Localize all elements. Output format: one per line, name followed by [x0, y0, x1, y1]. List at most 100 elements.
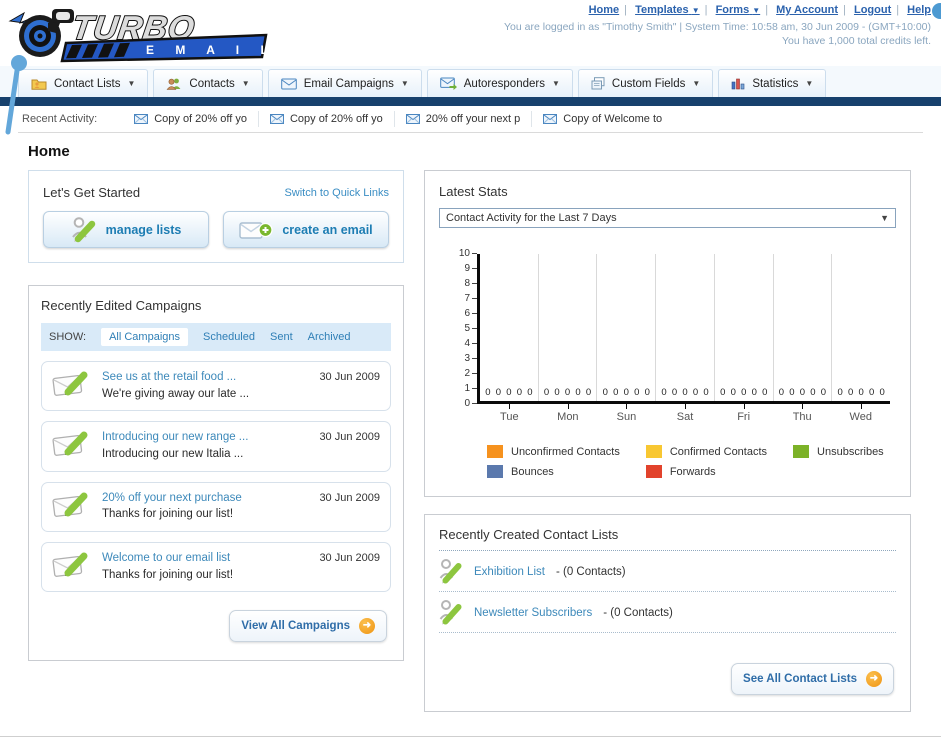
envelope-arrow-icon — [439, 77, 457, 90]
chart-x-axis: Tue Mon Sun Sat Fri Thu Wed — [480, 404, 890, 423]
contact-lists-title: Recently Created Contact Lists — [439, 527, 896, 551]
nav-tab-label: Email Campaigns — [303, 77, 394, 90]
create-email-button[interactable]: create an email — [223, 211, 389, 248]
show-label: SHOW: — [49, 331, 87, 343]
header-utility-area: Home | Templates ▼ | Forms ▼ | My Account | … — [504, 4, 931, 47]
corner-dot-decoration — [932, 3, 941, 19]
chart-category-group: 00000 — [832, 254, 890, 401]
legend-swatch — [793, 445, 810, 458]
recent-activity-item[interactable]: 20% off your next p — [395, 111, 533, 127]
see-all-contact-lists-button[interactable]: See All Contact Lists ➜ — [731, 663, 894, 695]
envelope-icon — [134, 114, 149, 124]
nav-tab-autoresponders[interactable]: Autoresponders ▼ — [426, 69, 573, 97]
y-tick-label: 3 — [464, 353, 477, 364]
link-home[interactable]: Home — [589, 4, 620, 16]
chart-category-group: 00000 — [539, 254, 598, 401]
nav-tab-label: Contact Lists — [54, 77, 121, 90]
contact-list-link[interactable]: Newsletter Subscribers — [474, 607, 592, 619]
view-all-campaigns-button[interactable]: View All Campaigns ➜ — [229, 610, 387, 643]
arrow-right-icon: ➜ — [866, 671, 882, 687]
legend-item: Bounces — [487, 465, 620, 478]
bar-value-labels: 00000 — [543, 387, 592, 398]
y-tick-label: 6 — [464, 308, 477, 319]
campaign-item[interactable]: Welcome to our email list Thanks for joi… — [41, 542, 391, 593]
x-tick-label: Wed — [831, 404, 890, 423]
campaign-item[interactable]: See us at the retail food ... We're givi… — [41, 361, 391, 412]
y-tick-label: 4 — [464, 338, 477, 349]
switch-quick-links[interactable]: Switch to Quick Links — [284, 187, 389, 199]
recent-activity-label: Recent Activity: — [22, 113, 98, 125]
tab-sent[interactable]: Sent — [270, 331, 293, 343]
y-tick-label: 5 — [464, 323, 477, 334]
page-title: Home — [28, 143, 70, 160]
chart-category-group: 00000 — [715, 254, 774, 401]
latest-stats-panel: Latest Stats Contact Activity for the La… — [424, 170, 911, 497]
recent-activity-item[interactable]: Copy of 20% off yo — [259, 111, 395, 127]
x-tick-label: Thu — [773, 404, 832, 423]
nav-tab-contact-lists[interactable]: Contact Lists ▼ — [18, 69, 149, 97]
link-my-account[interactable]: My Account — [776, 4, 838, 16]
view-all-campaigns-label: View All Campaigns — [241, 620, 350, 633]
nav-tab-statistics[interactable]: Statistics ▼ — [718, 69, 827, 97]
main-nav: Contact Lists ▼ Contacts ▼ Email Campaig… — [0, 66, 941, 97]
app-window: TURBO E M A I L Home | Templates ▼ | Forms… — [0, 0, 941, 737]
campaign-title-link[interactable]: 20% off your next purchase — [102, 490, 309, 507]
campaign-title-link[interactable]: See us at the retail food ... — [102, 369, 309, 386]
navy-divider-bar — [0, 97, 941, 106]
chart-category-group: 00000 — [774, 254, 833, 401]
people-icon — [167, 78, 181, 90]
person-pencil-icon — [71, 216, 95, 242]
y-tick-label: 8 — [464, 278, 477, 289]
campaign-item[interactable]: 20% off your next purchase Thanks for jo… — [41, 481, 391, 533]
envelope-icon — [280, 78, 297, 89]
recent-campaigns-panel: Recently Edited Campaigns SHOW: All Camp… — [28, 285, 404, 662]
tab-scheduled[interactable]: Scheduled — [203, 331, 255, 343]
envelope-edit-icon — [52, 431, 88, 457]
x-tick-label: Sat — [656, 404, 715, 423]
contact-list-link[interactable]: Exhibition List — [474, 566, 545, 578]
campaign-item[interactable]: Introducing our new range ... Introducin… — [41, 421, 391, 472]
recent-activity-item[interactable]: Copy of 20% off yo — [123, 111, 259, 127]
pages-icon — [591, 77, 605, 90]
chevron-down-icon: ▼ — [805, 79, 814, 88]
campaign-title-link[interactable]: Introducing our new range ... — [102, 429, 309, 446]
chevron-down-icon: ▼ — [880, 213, 889, 223]
chevron-down-icon: ▼ — [692, 79, 701, 88]
chart-legend: Unconfirmed Contacts Confirmed Contacts Un… — [487, 445, 896, 478]
legend-swatch — [645, 465, 662, 478]
separator: | — [896, 4, 900, 16]
recent-contact-lists-panel: Recently Created Contact Lists Exhibitio… — [424, 514, 911, 712]
legend-swatch — [645, 445, 662, 458]
campaign-date: 30 Jun 2009 — [319, 431, 380, 444]
contact-list-item[interactable]: Newsletter Subscribers - (0 Contacts) — [439, 592, 896, 633]
y-tick-label: 2 — [464, 368, 477, 379]
link-logout[interactable]: Logout — [854, 4, 891, 16]
envelope-icon — [543, 114, 558, 124]
campaign-title-link[interactable]: Welcome to our email list — [102, 550, 309, 567]
contact-list-count: - (0 Contacts) — [555, 565, 626, 578]
campaign-subtitle: Introducing our new Italia ... — [102, 448, 244, 461]
link-templates[interactable]: Templates ▼ — [635, 4, 700, 16]
separator: | — [704, 4, 708, 16]
chart-category-group: 00000 — [480, 254, 539, 401]
contact-activity-chart: 0 1 2 3 4 5 6 7 8 9 10 000000000000000000000000000… — [451, 248, 890, 409]
link-forms[interactable]: Forms ▼ — [716, 4, 761, 16]
tab-all-campaigns[interactable]: All Campaigns — [101, 328, 188, 346]
bar-value-labels: 00000 — [720, 387, 768, 398]
header: TURBO E M A I L Home | Templates ▼ | Forms… — [0, 0, 941, 66]
person-pencil-icon — [439, 559, 462, 584]
nav-tab-contacts[interactable]: Contacts ▼ — [153, 69, 263, 97]
envelope-icon — [269, 114, 284, 124]
nav-tab-label: Statistics — [752, 77, 799, 90]
nav-tab-custom-fields[interactable]: Custom Fields ▼ — [577, 69, 714, 97]
link-help[interactable]: Help — [907, 4, 931, 16]
nav-tab-label: Autoresponders — [463, 77, 545, 90]
nav-tab-email-campaigns[interactable]: Email Campaigns ▼ — [267, 69, 422, 97]
recent-activity-item[interactable]: Copy of Welcome to — [532, 111, 673, 127]
campaigns-title: Recently Edited Campaigns — [41, 298, 202, 313]
manage-lists-button[interactable]: manage lists — [43, 211, 209, 248]
chart-category-group: 00000 — [656, 254, 715, 401]
contact-list-item[interactable]: Exhibition List - (0 Contacts) — [439, 551, 896, 592]
stats-period-select[interactable]: Contact Activity for the Last 7 Days ▼ — [439, 208, 896, 228]
tab-archived[interactable]: Archived — [308, 331, 351, 343]
